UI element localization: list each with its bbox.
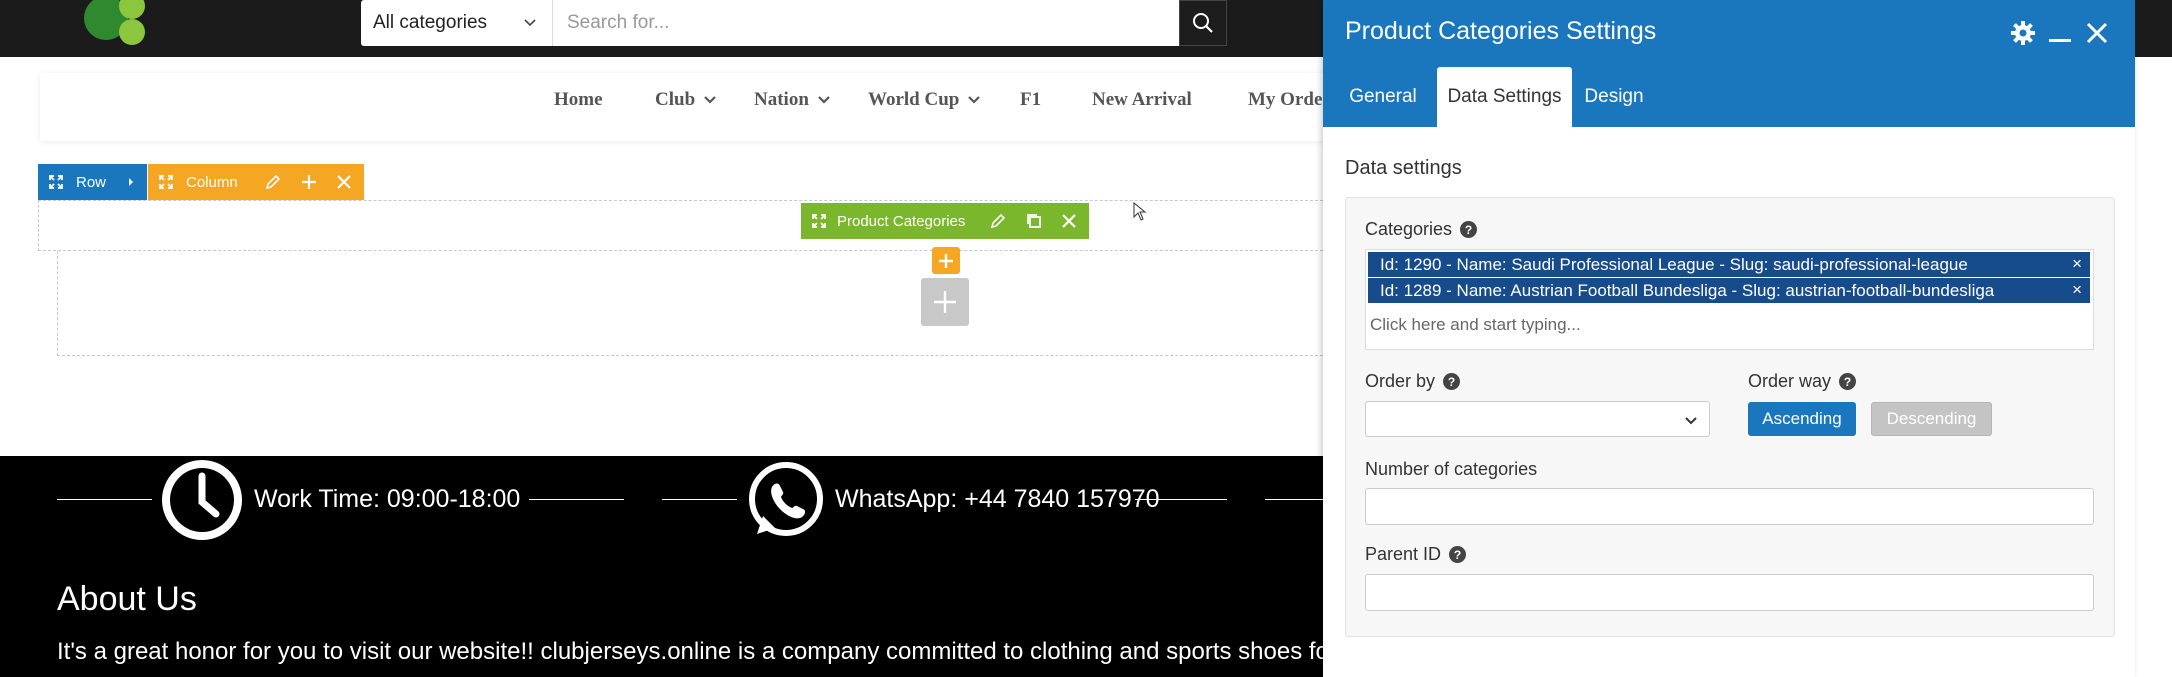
category-select[interactable]: All categories	[361, 0, 552, 46]
categories-label: Categories ?	[1365, 219, 1478, 240]
panel-title: Product Categories Settings	[1345, 17, 1657, 45]
search-placeholder: Search for...	[567, 12, 670, 33]
category-tag-label: Id: 1289 - Name: Austrian Football Bunde…	[1380, 280, 1995, 300]
descending-button[interactable]: Descending	[1871, 402, 1992, 436]
category-tag-label: Id: 1290 - Name: Saudi Professional Leag…	[1380, 254, 1968, 274]
add-element-button[interactable]	[932, 247, 960, 274]
help-icon[interactable]: ?	[1443, 373, 1461, 390]
remove-tag-icon[interactable]: ×	[2072, 254, 2082, 274]
number-of-categories-input[interactable]	[1365, 488, 2094, 525]
categories-input[interactable]: Click here and start typing...	[1370, 315, 1581, 335]
column-toolbar[interactable]: Column	[148, 164, 364, 200]
expand-icon[interactable]	[48, 174, 64, 190]
close-icon[interactable]	[1061, 213, 1077, 229]
whatsapp-text[interactable]: WhatsApp: +44 7840 157970	[835, 485, 1160, 514]
close-icon[interactable]	[2086, 22, 2108, 44]
caret-right-icon[interactable]	[127, 177, 135, 187]
clock-icon	[162, 460, 242, 540]
category-tag: Id: 1289 - Name: Austrian Football Bunde…	[1368, 278, 2090, 303]
whatsapp-icon[interactable]	[745, 460, 827, 542]
site-logo[interactable]	[84, 0, 154, 54]
divider-line	[529, 499, 624, 500]
about-heading: About Us	[57, 580, 197, 618]
about-text: It's a great honor for you to visit our …	[57, 638, 1337, 665]
divider-line	[662, 499, 737, 500]
order-by-select[interactable]	[1365, 401, 1710, 437]
divider-line	[57, 499, 152, 500]
row-toolbar[interactable]: Row	[38, 164, 147, 200]
column-outline	[57, 251, 1328, 356]
order-way-label: Order way ?	[1748, 371, 1857, 392]
nav-item-nation[interactable]: Nation	[754, 89, 831, 111]
category-tag: Id: 1290 - Name: Saudi Professional Leag…	[1368, 252, 2090, 277]
divider-line	[1265, 499, 1323, 500]
settings-panel: Product Categories Settings General Data…	[1323, 0, 2135, 677]
add-row-button[interactable]	[921, 278, 969, 326]
element-toolbar[interactable]: Product Categories	[801, 203, 1089, 239]
panel-header: Product Categories Settings General Data…	[1323, 0, 2135, 127]
ascending-button[interactable]: Ascending	[1748, 402, 1856, 436]
expand-icon[interactable]	[158, 174, 174, 190]
nav-item-world-cup[interactable]: World Cup	[868, 89, 981, 111]
chevron-down-icon	[1685, 417, 1697, 425]
chevron-down-icon	[818, 96, 830, 104]
remove-tag-icon[interactable]: ×	[2072, 280, 2082, 300]
order-by-label: Order by ?	[1365, 371, 1461, 392]
main-navigation: Home Club Nation World Cup F1 New Arriva…	[40, 73, 1340, 141]
nav-item-my-orders[interactable]: My Orde	[1248, 89, 1322, 111]
nav-item-club[interactable]: Club	[655, 89, 717, 111]
parent-id-input[interactable]	[1365, 574, 2094, 611]
section-heading: Data settings	[1345, 157, 1462, 179]
row-label: Row	[76, 173, 107, 191]
tab-design[interactable]: Design	[1578, 67, 1650, 127]
edit-icon[interactable]	[264, 173, 282, 191]
nav-item-new-arrival[interactable]: New Arrival	[1092, 89, 1192, 111]
help-icon[interactable]: ?	[1449, 546, 1467, 563]
close-icon[interactable]	[336, 174, 352, 190]
parent-id-label: Parent ID ?	[1365, 544, 1467, 565]
chevron-down-icon	[968, 96, 981, 104]
nav-item-home[interactable]: Home	[554, 89, 603, 111]
help-icon[interactable]: ?	[1460, 221, 1478, 238]
help-icon[interactable]: ?	[1839, 373, 1857, 390]
element-label: Product Categories	[837, 212, 966, 230]
edit-icon[interactable]	[989, 212, 1007, 230]
search-icon	[1193, 13, 1213, 33]
add-icon[interactable]	[300, 173, 318, 191]
nav-item-f1[interactable]: F1	[1020, 89, 1041, 111]
divider-line	[1135, 499, 1227, 500]
search-button[interactable]	[1179, 0, 1227, 46]
category-select-value: All categories	[373, 12, 488, 33]
data-settings-box: Categories ? Id: 1290 - Name: Saudi Prof…	[1345, 197, 2115, 637]
number-of-categories-label: Number of categories	[1365, 459, 1538, 479]
gear-icon[interactable]	[2010, 20, 2036, 46]
add-icon	[934, 291, 956, 313]
mouse-cursor-icon	[1133, 202, 1147, 221]
tab-general[interactable]: General	[1337, 67, 1429, 127]
tab-data-settings[interactable]: Data Settings	[1437, 67, 1572, 127]
work-time-text: Work Time: 09:00-18:00	[254, 485, 521, 513]
search-input[interactable]: Search for...	[552, 0, 1179, 46]
add-icon	[939, 253, 953, 268]
chevron-down-icon	[704, 96, 716, 104]
minimize-icon[interactable]	[2049, 36, 2071, 44]
column-label: Column	[186, 173, 238, 191]
duplicate-icon[interactable]	[1025, 212, 1043, 230]
categories-field[interactable]: Id: 1290 - Name: Saudi Professional Leag…	[1365, 249, 2094, 350]
chevron-down-icon	[524, 19, 536, 27]
expand-icon[interactable]	[811, 213, 827, 229]
